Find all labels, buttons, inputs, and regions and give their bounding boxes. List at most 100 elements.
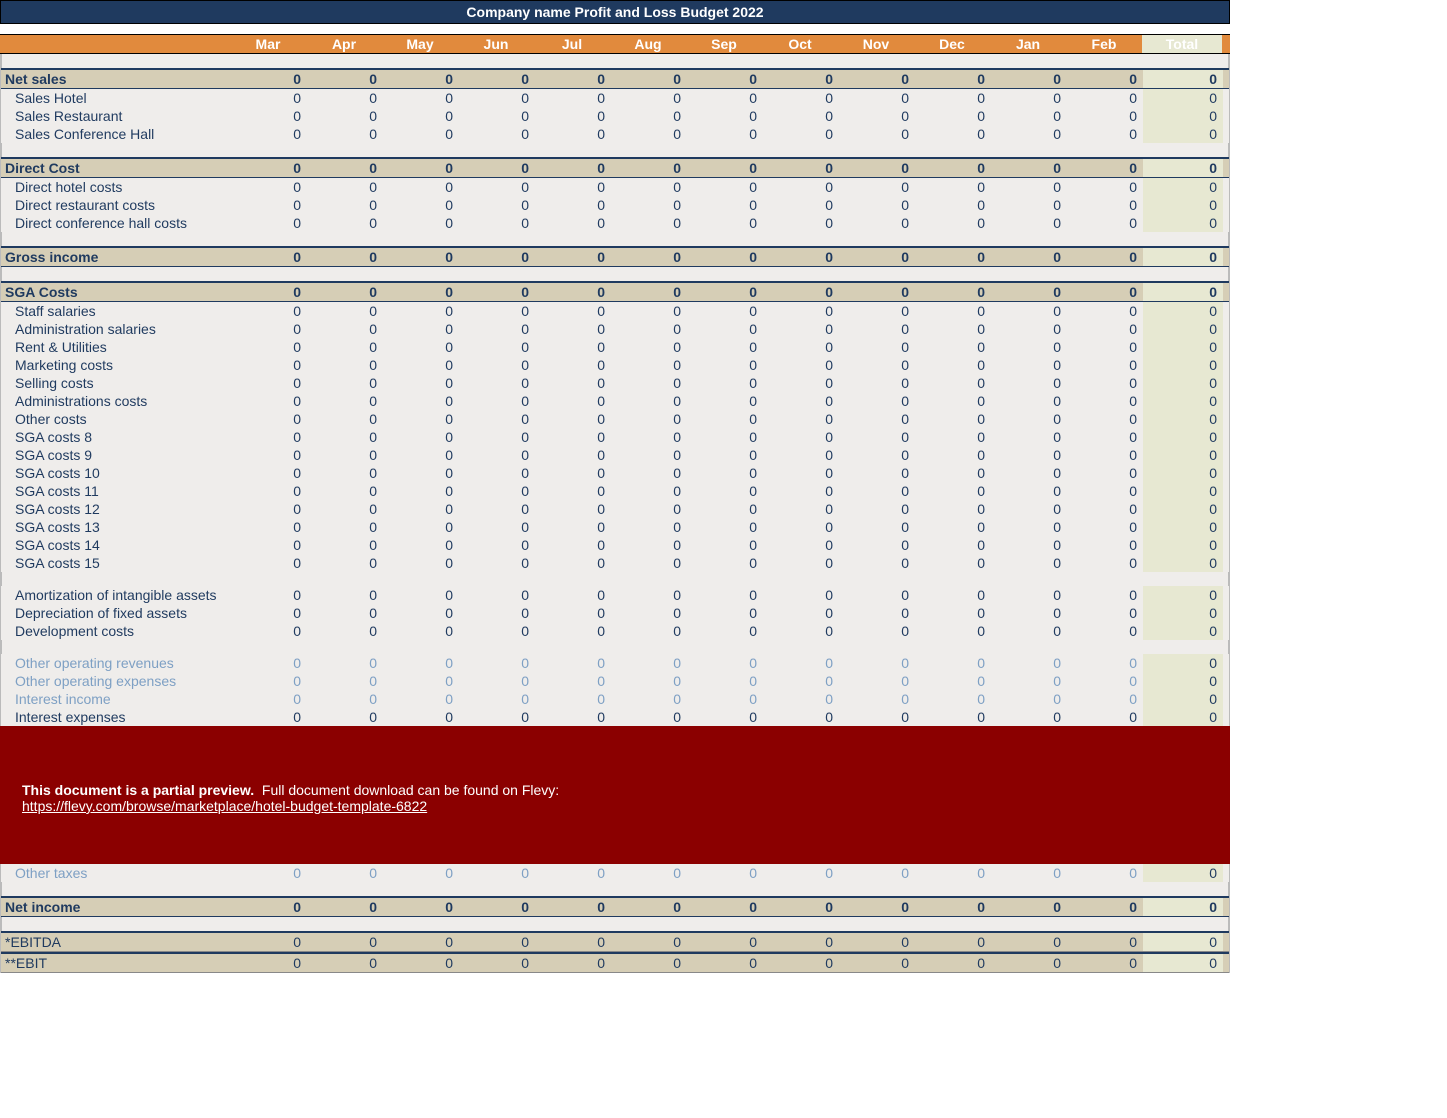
cell-value: 0 [459,302,535,320]
cell-value: 0 [915,196,991,214]
cell-value: 0 [1143,196,1223,214]
cell-value: 0 [915,690,991,708]
cell-value: 0 [383,356,459,374]
cell-value: 0 [839,392,915,410]
cell-value: 0 [231,464,307,482]
cell-value: 0 [1143,954,1223,972]
footer-row: *EBITDA0000000000000 [1,931,1229,952]
cell-value: 0 [1143,518,1223,536]
cell-value: 0 [307,446,383,464]
cell-value: 0 [991,954,1067,972]
cell-value: 0 [231,708,307,726]
cell-value: 0 [1143,482,1223,500]
cell-value: 0 [307,464,383,482]
cell-value: 0 [383,604,459,622]
cell-value: 0 [535,374,611,392]
cell-value: 0 [1143,898,1223,916]
cell-value: 0 [763,654,839,672]
cell-value: 0 [991,933,1067,951]
cell-value: 0 [915,536,991,554]
cell-value: 0 [839,320,915,338]
data-row: Administrations costs0000000000000 [1,392,1229,410]
footer-row: **EBIT0000000000000 [1,952,1229,973]
cell-value: 0 [839,500,915,518]
cell-value: 0 [383,410,459,428]
cell-value: 0 [1067,672,1143,690]
cell-value: 0 [307,708,383,726]
cell-value: 0 [535,410,611,428]
cell-value: 0 [1067,196,1143,214]
cell-value: 0 [611,536,687,554]
cell-value: 0 [459,654,535,672]
cell-value: 0 [1067,622,1143,640]
cell-value: 0 [307,392,383,410]
cell-value: 0 [611,374,687,392]
cell-value: 0 [1067,446,1143,464]
cell-value: 0 [991,159,1067,177]
row-label: SGA costs 11 [1,482,231,500]
cell-value: 0 [839,672,915,690]
cell-value: 0 [231,356,307,374]
cell-value: 0 [383,954,459,972]
cell-value: 0 [915,654,991,672]
cell-value: 0 [991,446,1067,464]
cell-value: 0 [839,196,915,214]
cell-value: 0 [991,89,1067,107]
row-label: Rent & Utilities [1,338,231,356]
cell-value: 0 [687,446,763,464]
cell-value: 0 [915,356,991,374]
cell-value: 0 [991,356,1067,374]
cell-value: 0 [991,70,1067,88]
cell-value: 0 [535,320,611,338]
cell-value: 0 [383,125,459,143]
cell-value: 0 [839,89,915,107]
col-header: Mar [230,35,306,53]
cell-value: 0 [383,586,459,604]
cell-value: 0 [459,554,535,572]
cell-value: 0 [991,320,1067,338]
data-row: Depreciation of fixed assets000000000000… [1,604,1229,622]
overlay-link[interactable]: https://flevy.com/browse/marketplace/hot… [22,798,427,814]
cell-value: 0 [763,356,839,374]
cell-value: 0 [763,283,839,301]
cell-value: 0 [763,159,839,177]
cell-value: 0 [1067,898,1143,916]
cell-value: 0 [307,933,383,951]
cell-value: 0 [611,482,687,500]
cell-value: 0 [1143,283,1223,301]
data-row: Other operating revenues0000000000000 [1,654,1229,672]
cell-value: 0 [307,302,383,320]
cell-value: 0 [383,536,459,554]
cell-value: 0 [839,356,915,374]
col-header: Apr [306,35,382,53]
cell-value: 0 [307,356,383,374]
cell-value: 0 [459,482,535,500]
spacer [1,882,1229,896]
cell-value: 0 [763,178,839,196]
cell-value: 0 [839,933,915,951]
data-row: SGA costs 130000000000000 [1,518,1229,536]
cell-value: 0 [915,338,991,356]
row-label: Direct restaurant costs [1,196,231,214]
cell-value: 0 [687,159,763,177]
cell-value: 0 [687,410,763,428]
row-label: **EBIT [1,954,231,972]
cell-value: 0 [839,410,915,428]
cell-value: 0 [535,954,611,972]
data-row: SGA costs 140000000000000 [1,536,1229,554]
cell-value: 0 [611,89,687,107]
cell-value: 0 [307,125,383,143]
cell-value: 0 [1143,107,1223,125]
cell-value: 0 [763,374,839,392]
cell-value: 0 [915,70,991,88]
cell-value: 0 [535,898,611,916]
cell-value: 0 [231,536,307,554]
cell-value: 0 [611,320,687,338]
cell-value: 0 [535,586,611,604]
cell-value: 0 [839,464,915,482]
cell-value: 0 [231,482,307,500]
cell-value: 0 [1067,356,1143,374]
cell-value: 0 [687,428,763,446]
cell-value: 0 [763,586,839,604]
cell-value: 0 [611,428,687,446]
